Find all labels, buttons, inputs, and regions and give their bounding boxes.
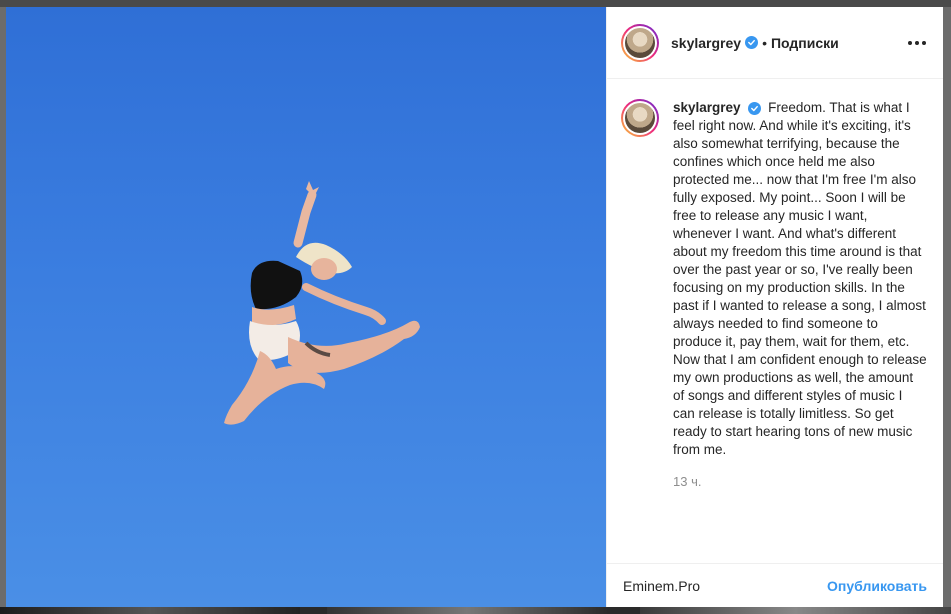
dancer-illustration <box>224 181 420 425</box>
comment-bar: Опубликовать <box>607 563 943 607</box>
post-modal: skylargrey • Подписки skylargrey Freedom… <box>6 7 943 607</box>
backdrop-feed-top <box>0 0 951 7</box>
backdrop-thumb-3 <box>640 607 951 614</box>
backdrop-thumb-2 <box>327 607 607 614</box>
author-username[interactable]: skylargrey <box>671 35 741 51</box>
comments-area: skylargrey Freedom. That is what I feel … <box>607 79 943 563</box>
backdrop-thumb-1 <box>0 607 300 614</box>
caption-text: skylargrey Freedom. That is what I feel … <box>673 99 927 459</box>
verified-badge-icon <box>745 36 759 49</box>
post-photo[interactable] <box>6 7 606 607</box>
caption-avatar[interactable] <box>621 99 659 137</box>
post-sidebar: skylargrey • Подписки skylargrey Freedom… <box>606 7 943 607</box>
caption-username[interactable]: skylargrey <box>673 100 741 115</box>
comment-input[interactable] <box>623 577 820 594</box>
more-options-icon[interactable] <box>905 31 929 55</box>
header-separator: • <box>762 34 767 51</box>
post-header: skylargrey • Подписки <box>607 7 943 79</box>
caption-body-text: Freedom. That is what I feel right now. … <box>673 100 927 457</box>
verified-badge-icon <box>748 102 762 115</box>
following-button[interactable]: Подписки <box>771 35 839 51</box>
author-avatar[interactable] <box>621 23 659 62</box>
post-timestamp[interactable]: 13 ч. <box>673 473 927 491</box>
publish-button[interactable]: Опубликовать <box>827 578 927 594</box>
caption: skylargrey Freedom. That is what I feel … <box>621 99 927 491</box>
